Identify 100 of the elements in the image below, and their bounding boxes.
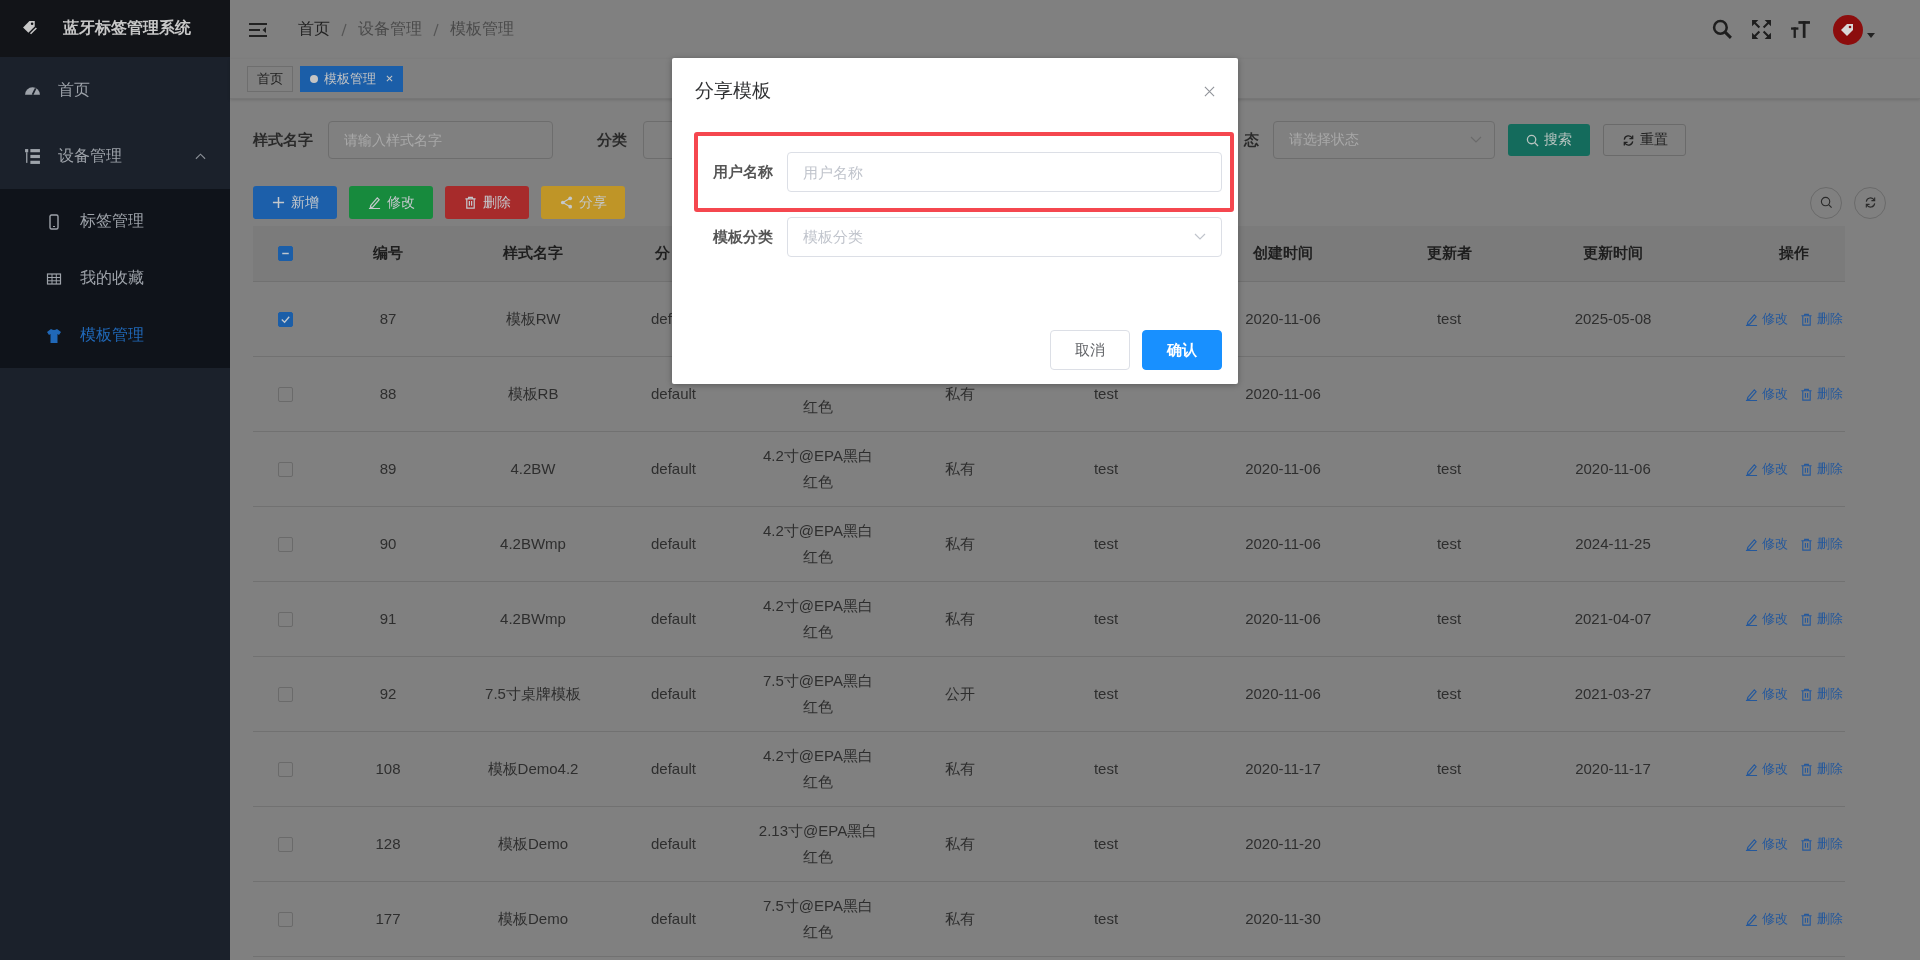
menu-item[interactable]: 首页 xyxy=(0,57,230,123)
text-size-icon[interactable] xyxy=(1790,19,1811,40)
action-link[interactable]: 删除 xyxy=(1800,760,1843,778)
table-cell: 7.5寸@EPA黑白 xyxy=(763,897,873,915)
dialog-title: 分享模板 xyxy=(695,79,771,103)
table-cell: 7.5寸桌牌模板 xyxy=(485,685,581,703)
trash-icon xyxy=(463,196,477,209)
avatar-icon[interactable] xyxy=(1833,14,1863,45)
table-cell: default xyxy=(651,760,697,778)
pencil-icon xyxy=(1745,462,1758,476)
trash-icon xyxy=(1800,387,1813,401)
action-link[interactable]: 删除 xyxy=(1800,610,1843,628)
action-link[interactable]: 修改 xyxy=(1745,310,1788,328)
refresh-button[interactable] xyxy=(1854,186,1886,219)
dot-icon xyxy=(310,74,318,83)
dialog-button[interactable]: 确认 xyxy=(1142,330,1222,370)
filter-label: 样式名字 xyxy=(253,130,313,150)
filter-label: 分类 xyxy=(597,130,627,150)
column-header: 分 xyxy=(655,244,670,263)
table-cell: 7.5寸@EPA黑白 xyxy=(763,672,873,690)
page-tab[interactable]: 模板管理 xyxy=(300,65,403,92)
table-cell: 2020-11-06 xyxy=(1245,385,1321,403)
table-cell: test xyxy=(1436,460,1462,478)
toolbar-button[interactable]: 删除 xyxy=(445,186,529,219)
breadcrumb-link[interactable]: 首页 xyxy=(298,19,330,40)
checkbox[interactable] xyxy=(278,246,293,261)
table-cell: default xyxy=(651,385,697,403)
action-link[interactable]: 修改 xyxy=(1745,460,1788,478)
action-link[interactable]: 删除 xyxy=(1800,685,1843,703)
trash-icon xyxy=(1800,612,1813,626)
search-button[interactable] xyxy=(1810,186,1842,219)
table-cell: default xyxy=(651,460,697,478)
filter-label: 态 xyxy=(1244,130,1259,150)
table-cell: test xyxy=(1436,685,1462,703)
trash-icon xyxy=(1800,537,1813,551)
table-cell: 红色 xyxy=(803,773,833,791)
pencil-icon xyxy=(1745,912,1758,926)
action-link[interactable]: 删除 xyxy=(1800,460,1843,478)
trash-icon xyxy=(1800,837,1813,851)
dialog-button[interactable]: 取消 xyxy=(1050,330,1130,370)
action-link[interactable]: 删除 xyxy=(1800,535,1843,553)
close-icon[interactable] xyxy=(1204,85,1215,97)
checkbox[interactable] xyxy=(278,311,293,327)
table-cell: 4.2BWmp xyxy=(500,535,566,553)
trash-icon xyxy=(1800,912,1813,926)
close-icon[interactable] xyxy=(386,75,393,82)
field-label: 用户名称 xyxy=(712,162,773,182)
action-link[interactable]: 修改 xyxy=(1745,760,1788,778)
table-cell: 模板Demo xyxy=(498,835,568,853)
column-header: 更新时间 xyxy=(1583,244,1643,263)
action-link[interactable]: 删除 xyxy=(1800,385,1843,403)
toolbar-button[interactable]: 修改 xyxy=(349,186,433,219)
table-cell: 私有 xyxy=(945,835,975,853)
menu-icon[interactable] xyxy=(248,21,268,38)
action-link[interactable]: 修改 xyxy=(1745,685,1788,703)
trash-icon xyxy=(1800,762,1813,776)
table-cell: 128 xyxy=(375,835,401,853)
menu-item[interactable]: 标签管理 xyxy=(0,193,230,250)
search-button[interactable]: 搜索 xyxy=(1508,124,1590,156)
menu-item[interactable]: 设备管理 xyxy=(0,123,230,189)
table-cell: test xyxy=(1093,460,1119,478)
fullscreen-icon[interactable] xyxy=(1751,19,1772,40)
field-label: 模板分类 xyxy=(711,227,773,247)
table-cell: 91 xyxy=(379,610,397,628)
action-link[interactable]: 删除 xyxy=(1800,310,1843,328)
table-cell: test xyxy=(1436,610,1462,628)
action-link[interactable]: 修改 xyxy=(1745,610,1788,628)
separator-icon xyxy=(340,21,348,38)
toolbar-button[interactable]: 分享 xyxy=(541,186,625,219)
menu-item[interactable]: 我的收藏 xyxy=(0,250,230,307)
search-icon[interactable] xyxy=(1712,19,1733,40)
table-cell: 92 xyxy=(379,685,397,703)
table-cell: 红色 xyxy=(803,473,833,491)
pencil-icon xyxy=(1745,312,1758,326)
pencil-icon xyxy=(1745,612,1758,626)
page-tab[interactable]: 首页 xyxy=(247,65,293,92)
action-link[interactable]: 修改 xyxy=(1745,385,1788,403)
action-link[interactable]: 修改 xyxy=(1745,910,1788,928)
action-link[interactable]: 修改 xyxy=(1745,535,1788,553)
table-cell: 2020-11-06 xyxy=(1245,535,1321,553)
table-cell: test xyxy=(1093,685,1119,703)
action-link[interactable]: 修改 xyxy=(1745,835,1788,853)
shirt-icon xyxy=(46,327,62,344)
toolbar-button[interactable]: 新增 xyxy=(253,186,337,219)
action-link[interactable]: 删除 xyxy=(1800,835,1843,853)
reset-button[interactable]: 重置 xyxy=(1603,124,1686,156)
table-cell: default xyxy=(651,910,697,928)
caret-down-icon[interactable] xyxy=(1867,33,1875,38)
table-cell: default xyxy=(651,685,697,703)
table-cell: 红色 xyxy=(803,398,833,416)
menu-item[interactable]: 模板管理 xyxy=(0,307,230,364)
select-field[interactable]: 模板分类 xyxy=(787,217,1222,257)
table-cell: 90 xyxy=(379,535,397,553)
table-cell: 2.13寸@EPA黑白 xyxy=(758,822,878,840)
table-cell: default xyxy=(651,535,697,553)
column-header: 更新者 xyxy=(1426,244,1472,263)
table-cell: test xyxy=(1093,760,1119,778)
table-cell: 108 xyxy=(375,760,401,778)
table-cell: test xyxy=(1093,910,1119,928)
action-link[interactable]: 删除 xyxy=(1800,910,1843,928)
